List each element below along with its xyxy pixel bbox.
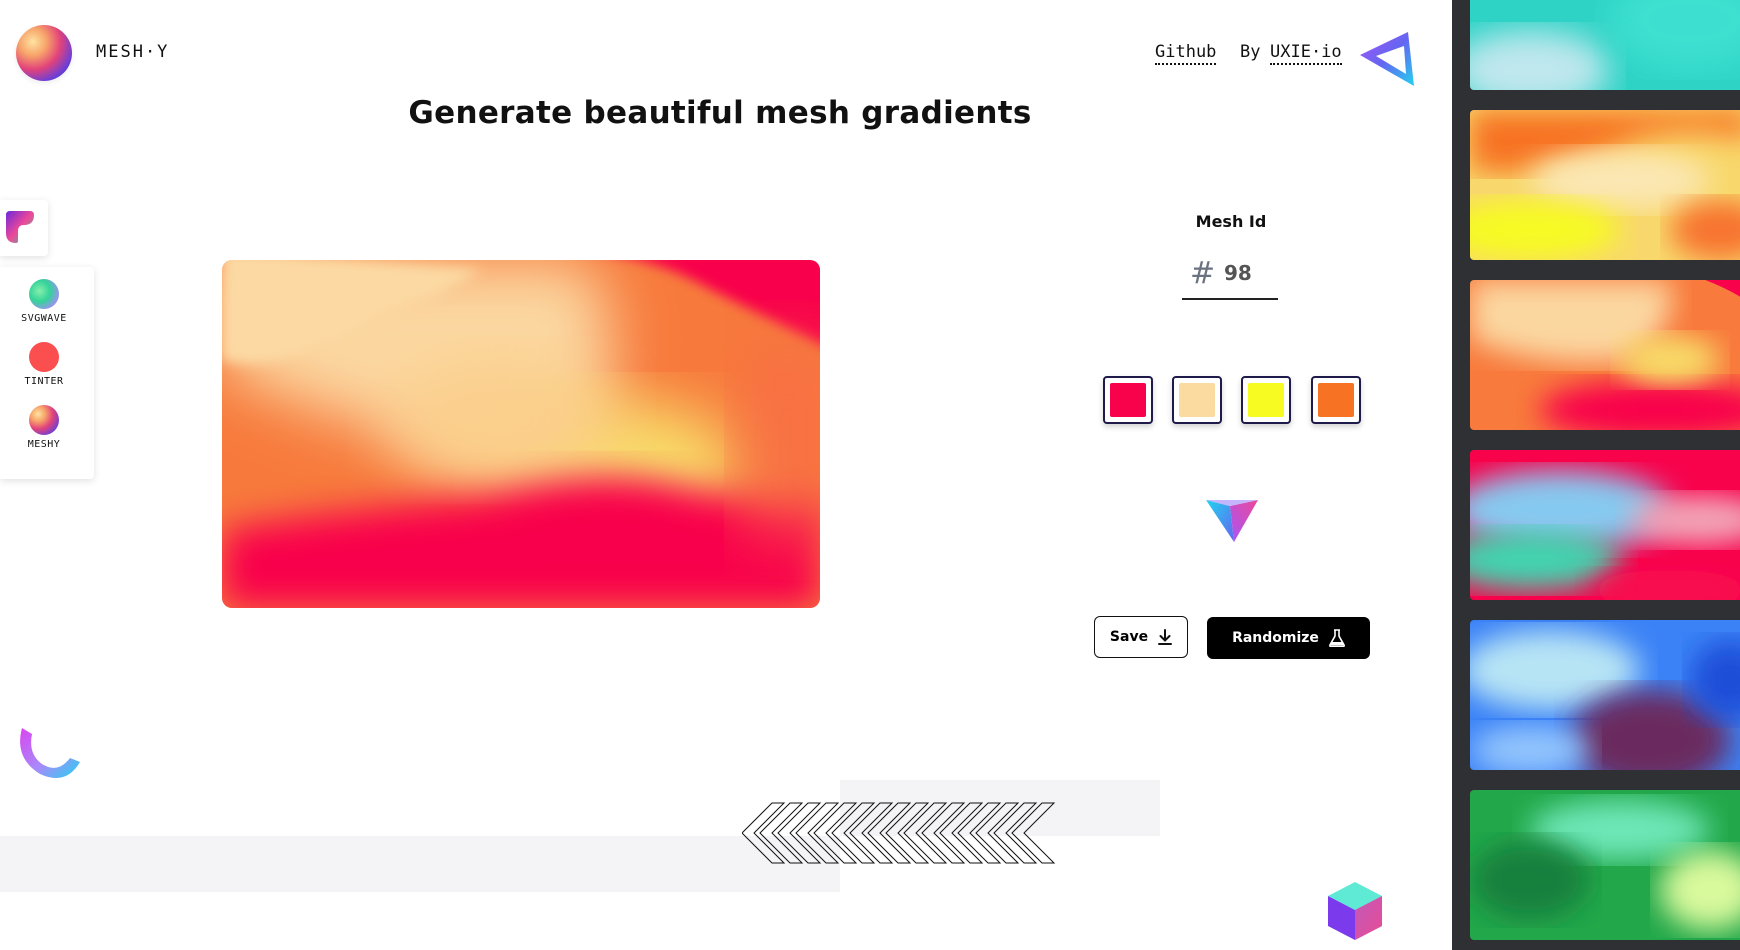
uxie-link[interactable]: UXIE·io — [1270, 42, 1342, 65]
randomize-button[interactable]: Randomize — [1207, 617, 1370, 659]
tools-menu: SVGWAVE TINTER MESHY — [0, 267, 94, 479]
svgwave-icon — [29, 279, 59, 309]
mesh-id-label: Mesh Id — [1195, 212, 1267, 231]
tool-label: TINTER — [24, 376, 64, 387]
prism-triangle-icon — [1360, 32, 1414, 86]
figma-plugin-icon — [6, 211, 34, 243]
page-title: Generate beautiful mesh gradients — [408, 95, 1032, 131]
decor-band — [0, 836, 840, 892]
save-label: Save — [1109, 629, 1149, 645]
gallery-thumbnail[interactable] — [1470, 450, 1740, 600]
mesh-id-field[interactable]: # — [1182, 256, 1278, 300]
tool-tinter[interactable]: TINTER — [0, 342, 88, 387]
prism-pyramid-icon — [1206, 500, 1258, 542]
tool-label: MESHY — [27, 439, 61, 450]
by-label: By — [1240, 42, 1261, 62]
swatch-fill — [1318, 383, 1354, 417]
tool-meshy[interactable]: MESHY — [0, 405, 88, 450]
color-swatch-4[interactable] — [1311, 376, 1361, 424]
chevrons-decoration — [742, 802, 1056, 864]
download-icon — [1158, 629, 1173, 645]
swatch-fill — [1179, 383, 1215, 417]
meshy-icon — [29, 405, 59, 435]
mesh-gradient-preview — [222, 260, 820, 608]
gallery-thumbnail[interactable] — [1470, 110, 1740, 260]
color-swatch-2[interactable] — [1172, 376, 1222, 424]
github-link[interactable]: Github — [1155, 42, 1217, 65]
meshy-logo[interactable] — [16, 25, 72, 81]
gradient-gallery — [1452, 0, 1740, 950]
gallery-thumbnail[interactable] — [1470, 620, 1740, 770]
brand-name: MESH·Y — [96, 42, 170, 62]
tool-label: SVGWAVE — [21, 313, 67, 324]
app-switcher-card[interactable] — [0, 200, 48, 256]
randomize-label: Randomize — [1232, 630, 1319, 646]
swatch-fill — [1110, 383, 1146, 417]
color-swatch-3[interactable] — [1241, 376, 1291, 424]
color-swatch-1[interactable] — [1103, 376, 1153, 424]
mesh-id-input[interactable] — [1222, 260, 1274, 286]
flask-icon — [1329, 629, 1345, 647]
hash-symbol: # — [1190, 256, 1216, 291]
gallery-thumbnail[interactable] — [1470, 790, 1740, 940]
gallery-thumbnail[interactable] — [1470, 0, 1740, 90]
save-button[interactable]: Save — [1094, 616, 1188, 658]
arc-decoration — [20, 728, 81, 778]
tinter-icon — [29, 342, 59, 372]
swatch-fill — [1248, 383, 1284, 417]
tool-svgwave[interactable]: SVGWAVE — [0, 279, 88, 324]
gallery-thumbnail[interactable] — [1470, 280, 1740, 430]
cube-decoration — [1328, 882, 1382, 940]
